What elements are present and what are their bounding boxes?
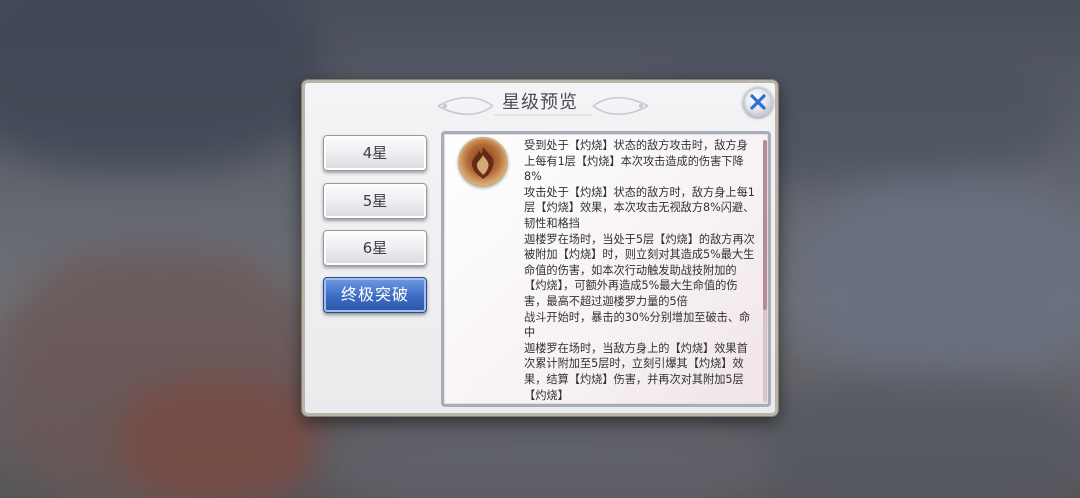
close-icon [750,94,766,110]
dialog-title: 星级预览 [502,92,578,113]
star-level-6-button[interactable]: 6星 [323,230,427,266]
star-preview-dialog: 星级预览 4星 5星 6星 终极突破 受到处于【灼烧】状态的敌方攻击时，敌方身上… [302,80,778,416]
skill-description-text: 受到处于【灼烧】状态的敌方攻击时，敌方身上每有1层【灼烧】本次攻击造成的伤害下降… [524,139,755,402]
skill-description-panel[interactable]: 受到处于【灼烧】状态的敌方攻击时，敌方身上每有1层【灼烧】本次攻击造成的伤害下降… [441,131,771,407]
description-scrollbar[interactable] [763,140,767,402]
skill-portrait-icon [458,137,508,187]
star-level-5-button[interactable]: 5星 [323,183,427,219]
close-button[interactable] [743,87,773,117]
ultimate-breakthrough-button[interactable]: 终极突破 [323,277,427,313]
dialog-header: 星级预览 [305,89,775,117]
scrollbar-thumb[interactable] [763,140,767,310]
star-level-4-button[interactable]: 4星 [323,135,427,171]
flame-bird-icon [471,147,494,179]
